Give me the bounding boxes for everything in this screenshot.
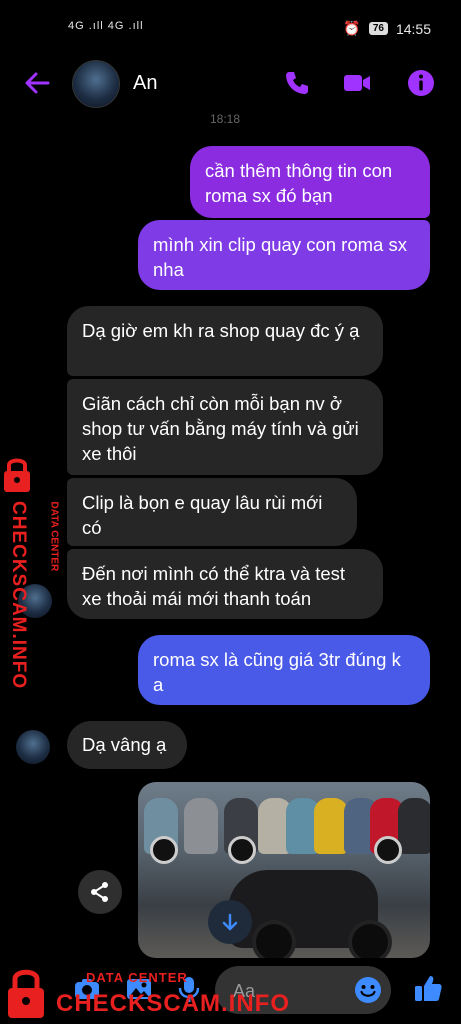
share-button[interactable] bbox=[78, 870, 122, 914]
message-bubble-outgoing[interactable]: cần thêm thông tin con roma sx đó bạn bbox=[190, 146, 430, 218]
message-bubble-outgoing[interactable]: roma sx là cũng giá 3tr đúng k a bbox=[138, 635, 430, 705]
watermark-side-text: CHECKSCAM.INFO bbox=[8, 501, 29, 690]
scroll-to-bottom-button[interactable] bbox=[208, 900, 252, 944]
phone-call-icon[interactable] bbox=[282, 68, 312, 98]
message-timestamp: 18:18 bbox=[210, 112, 241, 126]
video-call-icon[interactable] bbox=[342, 68, 372, 98]
scooter bbox=[398, 798, 430, 854]
scooter bbox=[314, 798, 348, 854]
message-bubble-incoming[interactable]: Giãn cách chỉ còn mỗi bạn nv ở shop tư v… bbox=[67, 379, 383, 475]
emoji-icon[interactable] bbox=[353, 975, 383, 1005]
info-icon[interactable] bbox=[406, 68, 436, 98]
arrow-down-icon bbox=[222, 913, 238, 931]
lock-icon bbox=[8, 969, 44, 1018]
contact-avatar[interactable] bbox=[72, 60, 120, 108]
watermark-bottom-subtitle: DATA CENTER bbox=[86, 970, 188, 985]
scooter-photo-attachment[interactable] bbox=[138, 782, 430, 958]
contact-name[interactable]: An bbox=[133, 72, 157, 95]
message-bubble-incoming[interactable]: Dạ vâng ạ bbox=[67, 721, 187, 769]
status-bar: 4G .ıll 4G .ıll ⏰ 76 14:55 bbox=[0, 0, 461, 56]
network-indicator: 4G .ıll 4G .ıll bbox=[68, 20, 144, 32]
watermark-side-subtitle: DATA CENTER bbox=[48, 501, 60, 572]
contact-avatar-small[interactable] bbox=[16, 730, 50, 764]
message-bubble-incoming[interactable]: Đến nơi mình có thể ktra và test xe thoả… bbox=[67, 549, 383, 619]
message-bubble-incoming[interactable]: Clip là bọn e quay lâu rùi mới có bbox=[67, 478, 357, 546]
conversation-header: An bbox=[0, 56, 461, 116]
share-icon bbox=[91, 882, 108, 902]
status-time: 14:55 bbox=[395, 20, 431, 37]
scooter bbox=[184, 798, 218, 854]
thumbs-up-icon[interactable] bbox=[412, 972, 444, 1004]
lock-icon bbox=[4, 458, 30, 492]
back-arrow-icon[interactable] bbox=[22, 68, 52, 98]
watermark-bottom-text: CHECKSCAM.INFO bbox=[56, 990, 290, 1017]
battery-indicator: 76 bbox=[368, 22, 388, 35]
watermark-side: DATA CENTER CHECKSCAM.INFO bbox=[4, 458, 60, 689]
alarm-icon: ⏰ bbox=[343, 20, 361, 36]
message-bubble-incoming[interactable]: Dạ giờ em kh ra shop quay đc ý ạ bbox=[67, 306, 383, 376]
message-bubble-outgoing[interactable]: mình xin clip quay con roma sx nha bbox=[138, 220, 430, 290]
